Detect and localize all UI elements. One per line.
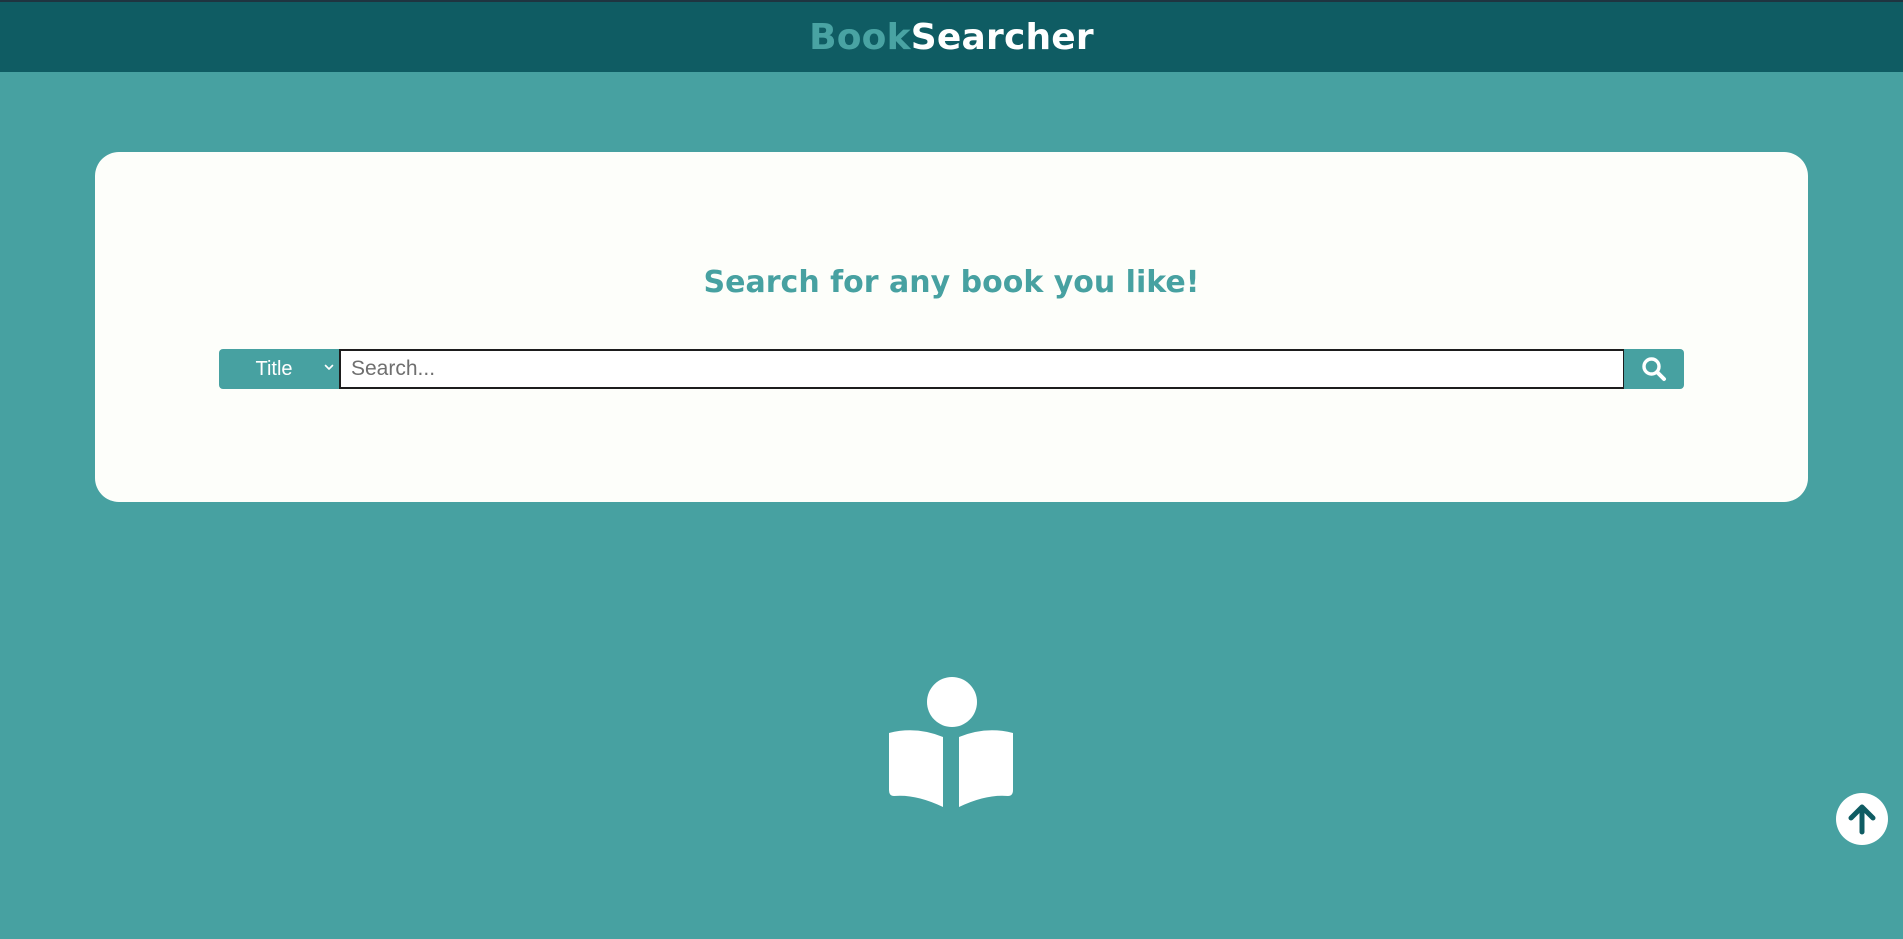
page: BookSearcher Search for any book you lik… [0, 0, 1903, 939]
search-icon [1642, 357, 1666, 381]
search-filter-select[interactable]: Title [219, 349, 339, 389]
brand-logo[interactable]: BookSearcher [809, 20, 1094, 56]
arrow-up-icon [1848, 804, 1876, 835]
search-card: Search for any book you like! Title [95, 152, 1808, 502]
chevron-down-icon [324, 364, 334, 370]
search-bar: Title [219, 349, 1684, 389]
search-filter-selected: Title [255, 357, 293, 380]
scroll-to-top-button[interactable] [1836, 793, 1888, 845]
top-bar: BookSearcher [0, 0, 1903, 72]
search-button[interactable] [1624, 349, 1684, 389]
search-input[interactable] [339, 349, 1624, 389]
brand-part-book: Book [809, 17, 911, 58]
reader-book-icon [889, 677, 1013, 807]
search-heading: Search for any book you like! [703, 265, 1200, 300]
brand-part-searcher: Searcher [910, 17, 1094, 58]
